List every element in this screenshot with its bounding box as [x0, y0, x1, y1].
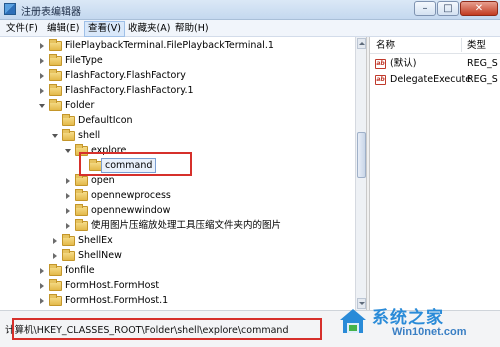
list-header: 名称 类型 — [370, 37, 500, 54]
folder-icon — [62, 234, 75, 246]
tree-item-label: FileType — [65, 55, 103, 66]
tree-item[interactable]: FlashFactory.FlashFactory — [0, 68, 355, 83]
collapse-arrow-icon[interactable] — [52, 134, 58, 138]
expand-arrow-icon[interactable] — [53, 253, 57, 259]
folder-icon — [49, 39, 62, 51]
expand-arrow-icon[interactable] — [40, 58, 44, 64]
tree-item[interactable]: fonfile — [0, 263, 355, 278]
folder-icon — [49, 99, 62, 111]
expand-arrow-icon[interactable] — [40, 283, 44, 289]
tree-item-label: shell — [78, 130, 101, 141]
string-value-icon: ab — [375, 59, 386, 69]
expand-arrow-icon[interactable] — [66, 178, 70, 184]
folder-icon — [62, 114, 75, 126]
menu-help[interactable]: 帮助(H) — [172, 22, 212, 36]
list-item[interactable]: ab DelegateExecute REG_S — [370, 72, 500, 88]
expand-arrow-icon[interactable] — [66, 208, 70, 214]
tree-item[interactable]: ShellNew — [0, 248, 355, 263]
menu-bar: 文件(F) 编辑(E) 查看(V) 收藏夹(A) 帮助(H) — [0, 20, 500, 37]
tree-item-label: opennewwindow — [91, 205, 171, 216]
collapse-arrow-icon[interactable] — [65, 149, 71, 153]
tree-item[interactable]: opennewwindow — [0, 203, 355, 218]
tree-item-label: FormHost.FormHost — [65, 280, 160, 291]
tree-item[interactable]: FormHost.FormHost — [0, 278, 355, 293]
folder-icon — [49, 264, 62, 276]
folder-icon — [49, 69, 62, 81]
tree-item-folder[interactable]: Folder — [0, 98, 355, 113]
expand-arrow-icon[interactable] — [40, 73, 44, 79]
expand-arrow-icon[interactable] — [53, 238, 57, 244]
tree-item-label: FilePlaybackTerminal.FilePlaybackTermina… — [65, 40, 274, 51]
tree-scrollbar[interactable] — [355, 37, 366, 310]
column-type-header[interactable]: 类型 — [467, 39, 486, 52]
tree-item[interactable]: FilePlaybackTerminal.FilePlaybackTermina… — [0, 38, 355, 53]
folder-icon — [49, 279, 62, 291]
column-name-header[interactable]: 名称 — [376, 39, 395, 52]
scroll-thumb[interactable] — [357, 132, 366, 178]
folder-icon — [62, 249, 75, 261]
scroll-up-button[interactable] — [357, 38, 366, 49]
value-type: REG_S — [467, 74, 498, 85]
folder-icon — [49, 84, 62, 96]
value-name: (默认) — [390, 58, 417, 69]
menu-file[interactable]: 文件(F) — [3, 22, 41, 36]
menu-edit[interactable]: 编辑(E) — [44, 22, 82, 36]
tree-item-label: DefaultIcon — [78, 115, 133, 126]
site-watermark: 系统之家 Win10net.com — [326, 300, 496, 344]
tree-item[interactable]: FileType — [0, 53, 355, 68]
expand-arrow-icon[interactable] — [40, 268, 44, 274]
tree-item-label: ShellEx — [78, 235, 113, 246]
maximize-button[interactable]: □ — [437, 1, 459, 16]
command-highlight-box — [79, 152, 192, 176]
minimize-button[interactable]: – — [414, 1, 436, 16]
expand-arrow-icon[interactable] — [40, 43, 44, 49]
folder-icon — [75, 219, 88, 231]
folder-icon — [75, 174, 88, 186]
tree-item-label: opennewprocess — [91, 190, 171, 201]
menu-view[interactable]: 查看(V) — [84, 21, 125, 37]
tree-item-label: fonfile — [65, 265, 95, 276]
regedit-icon — [4, 3, 16, 15]
window-title: 注册表编辑器 — [21, 7, 81, 18]
expand-arrow-icon[interactable] — [40, 298, 44, 304]
tree-item[interactable]: DefaultIcon — [0, 113, 355, 128]
watermark-title: 系统之家 — [372, 308, 444, 328]
tree-item[interactable]: FormHost.FormHost.1 — [0, 293, 355, 308]
folder-icon — [75, 204, 88, 216]
tree-item-label: FlashFactory.FlashFactory — [65, 70, 186, 81]
value-type: REG_S — [467, 58, 498, 69]
value-name: DelegateExecute — [390, 74, 472, 85]
collapse-arrow-icon[interactable] — [39, 104, 45, 108]
menu-favorites[interactable]: 收藏夹(A) — [125, 22, 173, 36]
tree-item-label: FormHost.FormHost.1 — [65, 295, 169, 306]
tree-item[interactable]: ShellEx — [0, 233, 355, 248]
tree-item[interactable]: opennewprocess — [0, 188, 355, 203]
title-bar: 注册表编辑器 – □ ✕ — [0, 0, 500, 20]
folder-icon — [62, 129, 75, 141]
watermark-url: Win10net.com — [392, 326, 467, 338]
path-highlight-box — [12, 318, 322, 340]
tree-item[interactable]: 使用图片压缩放处理工具压缩文件夹内的图片 — [0, 218, 355, 233]
folder-icon — [49, 294, 62, 306]
expand-arrow-icon[interactable] — [40, 88, 44, 94]
tree-item-label: FlashFactory.FlashFactory.1 — [65, 85, 194, 96]
expand-arrow-icon[interactable] — [66, 193, 70, 199]
values-list: 名称 类型 ab (默认) REG_S ab DelegateExecute R… — [370, 37, 500, 310]
tree-item[interactable]: FlashFactory.FlashFactory.1 — [0, 83, 355, 98]
house-logo-icon — [340, 309, 366, 333]
column-separator[interactable] — [461, 38, 462, 52]
folder-icon — [75, 189, 88, 201]
tree-item-label: Folder — [65, 100, 95, 111]
tree-item-label: 使用图片压缩放处理工具压缩文件夹内的图片 — [91, 220, 282, 231]
folder-icon — [49, 54, 62, 66]
list-item[interactable]: ab (默认) REG_S — [370, 56, 500, 72]
string-value-icon: ab — [375, 75, 386, 85]
expand-arrow-icon[interactable] — [66, 223, 70, 229]
close-button[interactable]: ✕ — [460, 1, 498, 16]
tree-item-shell[interactable]: shell — [0, 128, 355, 143]
tree-item-label: ShellNew — [78, 250, 122, 261]
window-controls: – □ ✕ — [413, 1, 498, 17]
